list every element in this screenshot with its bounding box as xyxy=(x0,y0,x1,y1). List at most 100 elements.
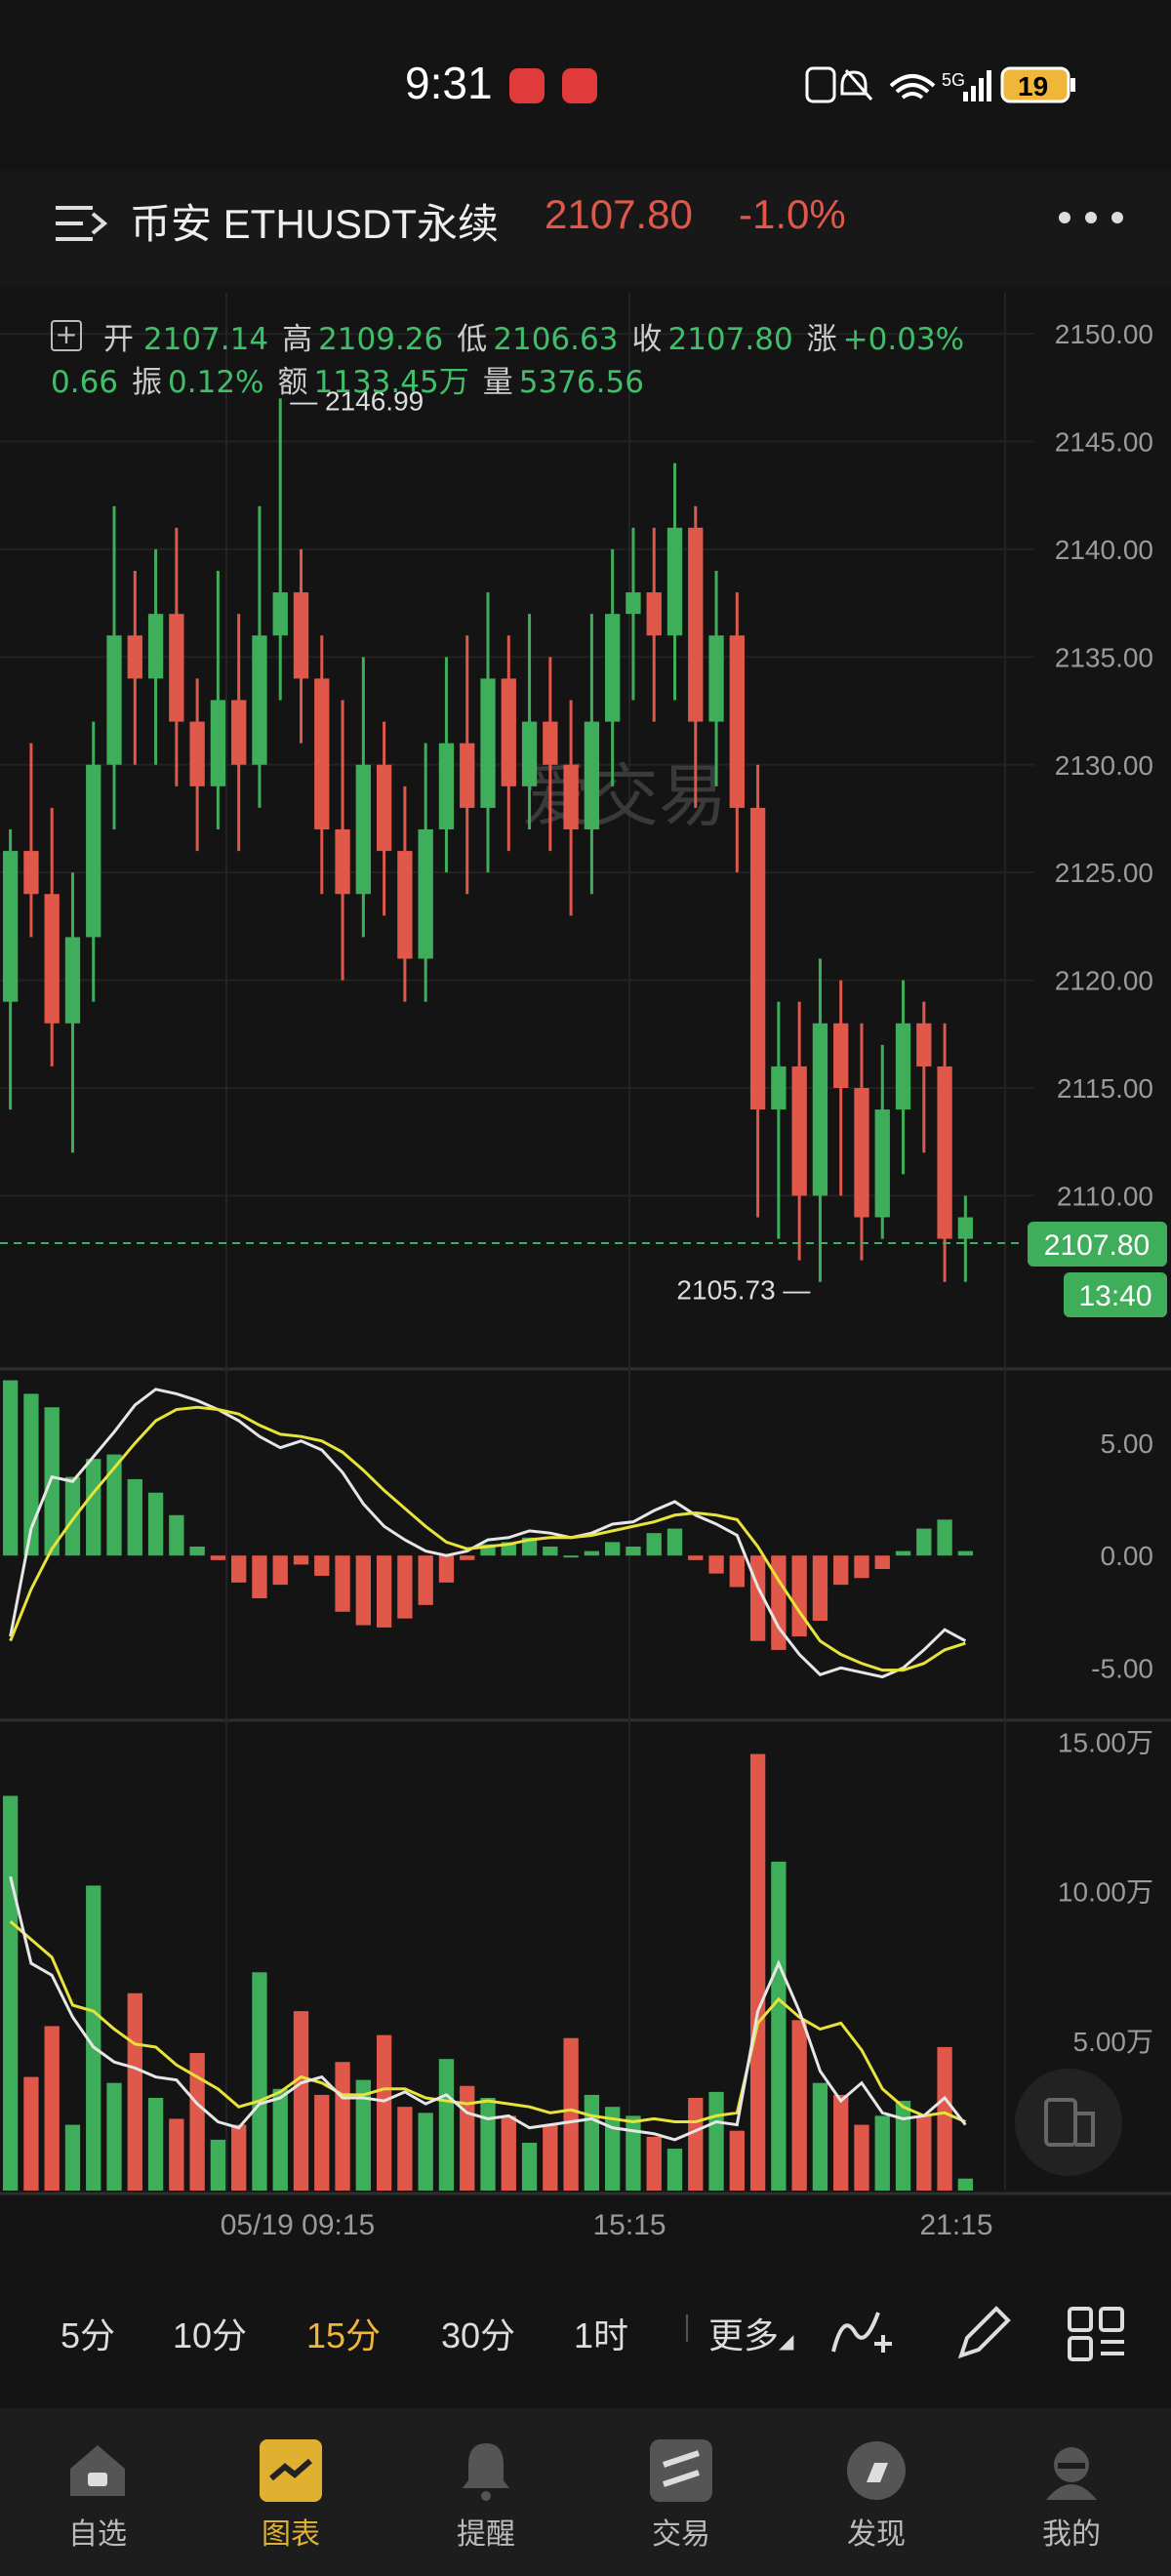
candle-body xyxy=(833,1023,849,1088)
volume-bar xyxy=(749,1753,766,2191)
volume-bar xyxy=(106,2082,122,2191)
floating-toggle-button[interactable] xyxy=(1015,2069,1122,2176)
nav-trade[interactable]: 交易 xyxy=(623,2510,740,2553)
chart-nav-icon[interactable] xyxy=(260,2439,322,2502)
volume-bar xyxy=(376,2034,392,2191)
candle-body xyxy=(521,721,538,786)
candle-body xyxy=(272,592,288,636)
candle-body xyxy=(771,1066,787,1110)
nav-discover[interactable]: 发现 xyxy=(818,2510,935,2553)
timeframe-30m[interactable]: 30分 xyxy=(441,2308,515,2358)
battery-level: 19 xyxy=(1018,71,1048,101)
macd-histogram-bar xyxy=(584,1550,600,1556)
timeframe-5m[interactable]: 5分 xyxy=(61,2308,115,2358)
countdown-label: 13:40 xyxy=(1078,1280,1151,1312)
candle-body xyxy=(937,1066,952,1239)
volume-bar xyxy=(23,2076,39,2191)
candle-body xyxy=(626,592,641,615)
more-options-icon[interactable] xyxy=(1057,208,1125,227)
price-tick-label: 2120.00 xyxy=(1055,966,1153,996)
chart-area[interactable]: 爱交易 2107.8013:40— 2146.992105.73 — 2150.… xyxy=(0,288,1171,2269)
wifi-icon xyxy=(889,74,936,100)
macd-histogram-bar xyxy=(812,1555,828,1621)
price-tick-label: 2125.00 xyxy=(1055,858,1153,888)
nav-alerts[interactable]: 提醒 xyxy=(427,2510,545,2553)
macd-histogram-bar xyxy=(376,1555,392,1628)
macd-panel: 5.00 0.00 -5.00 xyxy=(2,1380,1154,1683)
profile-icon[interactable] xyxy=(1040,2439,1103,2502)
watchlist-icon[interactable] xyxy=(66,2439,129,2502)
expand-icon[interactable]: + xyxy=(51,320,82,351)
candle-body xyxy=(86,764,101,938)
candle-body xyxy=(563,764,579,829)
volume-bar xyxy=(833,2094,849,2191)
volume-bar xyxy=(127,1992,142,2191)
time-axis: 05/19 09:15 15:15 21:15 xyxy=(221,2209,993,2241)
candle-body xyxy=(210,700,226,786)
volume-tick-label: 10.00万 xyxy=(1058,1877,1153,1908)
volume-bar xyxy=(480,2098,496,2191)
macd-histogram-bar xyxy=(127,1478,142,1556)
symbol-title[interactable]: 币安 ETHUSDT永续 xyxy=(130,191,499,251)
volume-bar xyxy=(937,2046,952,2191)
macd-histogram-bar xyxy=(438,1555,455,1583)
header-change: -1.0% xyxy=(739,191,846,237)
macd-histogram-bar xyxy=(86,1459,101,1556)
candle-body xyxy=(335,829,350,895)
macd-histogram-bar xyxy=(460,1555,475,1560)
candle-body xyxy=(397,851,413,959)
app-notification-icon xyxy=(509,68,545,103)
price-tick-label: 2140.00 xyxy=(1055,535,1153,565)
network-type: 5G xyxy=(942,70,965,90)
macd-histogram-bar xyxy=(44,1407,60,1556)
discover-icon[interactable] xyxy=(845,2439,908,2502)
volume-bar xyxy=(64,2124,81,2191)
volume-bar xyxy=(272,2088,288,2191)
menu-icon[interactable] xyxy=(54,200,108,247)
macd-histogram-bar xyxy=(833,1555,849,1586)
timeframe-15m[interactable]: 15分 xyxy=(306,2308,381,2358)
grid-layout-icon[interactable] xyxy=(1066,2305,1128,2363)
timeframe-more[interactable]: 更多◢ xyxy=(708,2308,793,2358)
macd-tick-label: -5.00 xyxy=(1091,1653,1153,1683)
time-axis-label: 05/19 09:15 xyxy=(221,2209,375,2241)
volume-bar xyxy=(501,2115,516,2191)
macd-histogram-bar xyxy=(272,1555,288,1586)
volume-tick-label: 15.00万 xyxy=(1058,1727,1153,1757)
candle-body xyxy=(895,1023,911,1110)
candle-body xyxy=(293,592,309,679)
candlestick-series: 2107.8013:40— 2146.992105.73 — xyxy=(0,386,1167,1317)
alert-bell-icon[interactable] xyxy=(455,2439,517,2502)
draw-tool-icon[interactable] xyxy=(951,2303,1014,2365)
status-time: 9:31 xyxy=(405,58,493,108)
candle-body xyxy=(169,614,184,722)
timeframe-10m[interactable]: 10分 xyxy=(173,2308,247,2358)
volume-bar xyxy=(874,2115,890,2191)
layout-toggle-icon xyxy=(1044,2098,1095,2147)
candle-body xyxy=(646,592,662,636)
time-axis-label: 15:15 xyxy=(592,2209,666,2241)
volume-bar xyxy=(646,2136,662,2191)
low-marker: 2105.73 — xyxy=(676,1275,810,1306)
candle-body xyxy=(543,721,558,765)
indicator-icon[interactable] xyxy=(829,2305,898,2363)
trade-icon[interactable] xyxy=(650,2439,712,2502)
nav-watchlist[interactable]: 自选 xyxy=(39,2510,156,2553)
app-notification-icon xyxy=(562,68,597,103)
candle-body xyxy=(854,1088,869,1218)
nav-chart[interactable]: 图表 xyxy=(232,2510,349,2553)
candle-body xyxy=(584,721,600,829)
nav-profile[interactable]: 我的 xyxy=(1013,2510,1130,2553)
volume-bar xyxy=(666,2149,683,2191)
volume-bar xyxy=(563,2037,579,2191)
macd-histogram-bar xyxy=(688,1555,704,1560)
volume-bar xyxy=(44,2026,60,2191)
macd-histogram-bar xyxy=(708,1555,724,1574)
nfc-icon xyxy=(805,66,836,103)
candle-body xyxy=(729,635,745,808)
macd-histogram-bar xyxy=(2,1380,19,1556)
timeframe-1h[interactable]: 1时 xyxy=(574,2308,628,2358)
volume-bar xyxy=(957,2178,974,2191)
macd-histogram-bar xyxy=(646,1533,662,1556)
macd-tick-label: 0.00 xyxy=(1101,1541,1154,1571)
